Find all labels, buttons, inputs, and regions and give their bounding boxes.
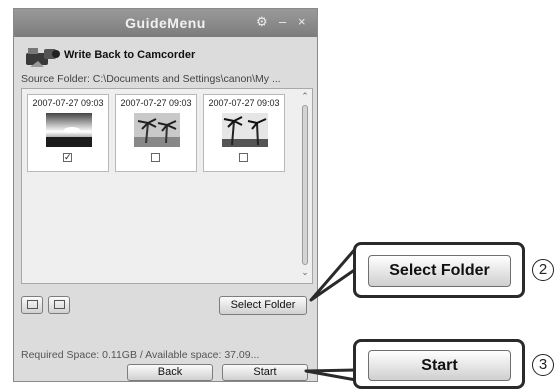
callout-number-3: 3 — [532, 354, 554, 376]
callout-start-button: Start — [368, 350, 511, 381]
callout-select-folder-button: Select Folder — [368, 255, 511, 287]
callout-pointers — [304, 247, 367, 382]
callout-number-2: 2 — [532, 259, 554, 281]
